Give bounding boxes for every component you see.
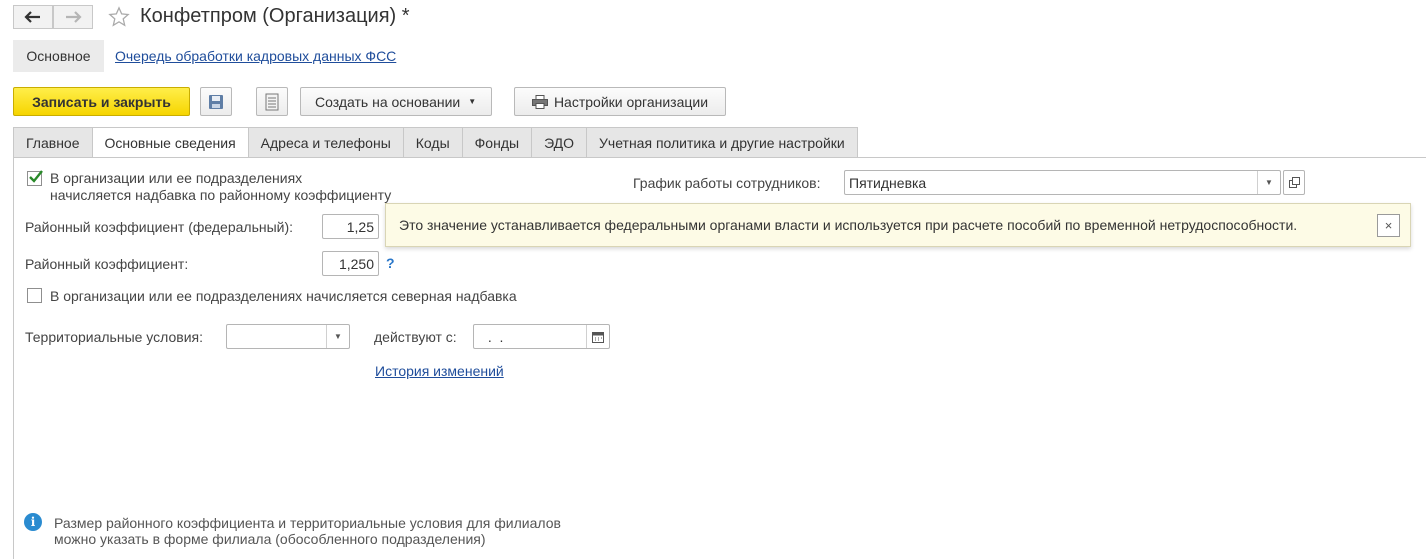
chevron-down-icon[interactable]: ▼ [1257, 171, 1280, 194]
org-settings-button[interactable]: Настройки организации [514, 87, 726, 116]
save-button[interactable] [200, 87, 232, 116]
create-based-on-label: Создать на основании [315, 93, 461, 110]
arrow-right-icon [66, 11, 82, 23]
tab-edo[interactable]: ЭДО [532, 127, 588, 158]
coeff-label: Районный коэффициент: [25, 256, 189, 272]
tab-codes[interactable]: Коды [403, 127, 463, 158]
coeff-input[interactable]: 1,250 [322, 251, 379, 276]
star-icon[interactable] [108, 6, 130, 28]
close-icon[interactable]: × [1377, 214, 1400, 237]
printer-icon [531, 94, 548, 109]
report-button[interactable] [256, 87, 288, 116]
work-schedule-value: Пятидневка [849, 174, 927, 191]
subnav-main[interactable]: Основное [13, 40, 104, 72]
district-allowance-checkbox[interactable] [27, 170, 43, 186]
federal-coeff-input[interactable]: 1,25 [322, 214, 379, 239]
save-and-close-button[interactable]: Записать и закрыть [13, 87, 190, 116]
territorial-select[interactable]: ▼ [226, 324, 350, 349]
org-settings-label: Настройки организации [553, 93, 709, 110]
history-link[interactable]: История изменений [375, 363, 504, 379]
back-button[interactable] [13, 5, 53, 29]
northern-allowance-label: В организации или ее подразделениях начи… [50, 288, 517, 304]
district-allowance-label-1: В организации или ее подразделениях [50, 170, 303, 186]
effective-date-value: . . [484, 328, 504, 345]
checkmark-icon [29, 170, 43, 183]
tab-accounting-policy[interactable]: Учетная политика и другие настройки [587, 127, 858, 158]
effective-date-input[interactable]: . . [473, 324, 610, 349]
work-schedule-label: График работы сотрудников: [633, 175, 821, 191]
create-based-on-button[interactable]: Создать на основании ▼ [300, 87, 492, 116]
help-icon[interactable]: ? [386, 255, 395, 271]
forward-button[interactable] [53, 5, 93, 29]
work-schedule-select[interactable]: Пятидневка ▼ [844, 170, 1281, 195]
district-allowance-label-2: начисляется надбавка по районному коэффи… [50, 187, 392, 203]
floppy-icon [209, 94, 223, 109]
info-icon: i [24, 513, 42, 531]
tab-divider [13, 157, 1426, 158]
calendar-icon[interactable] [586, 325, 609, 348]
tab-main[interactable]: Главное [13, 127, 93, 158]
tab-bar: Главное Основные сведения Адреса и телеф… [13, 127, 858, 158]
northern-allowance-checkbox[interactable] [27, 288, 42, 303]
page-title: Конфетпром (Организация) * [140, 5, 410, 27]
help-tooltip: Это значение устанавливается федеральным… [385, 203, 1411, 247]
open-form-icon [1288, 177, 1300, 188]
footer-note-1: Размер районного коэффициента и территор… [54, 515, 561, 531]
fss-queue-link[interactable]: Очередь обработки кадровых данных ФСС [115, 48, 396, 64]
territorial-label: Территориальные условия: [25, 329, 203, 345]
arrow-left-icon [24, 11, 40, 23]
tab-funds[interactable]: Фонды [462, 127, 533, 158]
document-icon [265, 93, 279, 110]
tab-addresses[interactable]: Адреса и телефоны [248, 127, 404, 158]
frame-border [13, 157, 14, 559]
open-schedule-button[interactable] [1283, 170, 1305, 195]
effective-from-label: действуют с: [374, 329, 457, 345]
tab-basic-info[interactable]: Основные сведения [92, 127, 249, 158]
federal-coeff-label: Районный коэффициент (федеральный): [25, 219, 294, 235]
chevron-down-icon: ▼ [468, 97, 477, 106]
tooltip-text: Это значение устанавливается федеральным… [399, 217, 1298, 233]
chevron-down-icon[interactable]: ▼ [326, 325, 349, 348]
footer-note-2: можно указать в форме филиала (обособлен… [54, 531, 486, 547]
